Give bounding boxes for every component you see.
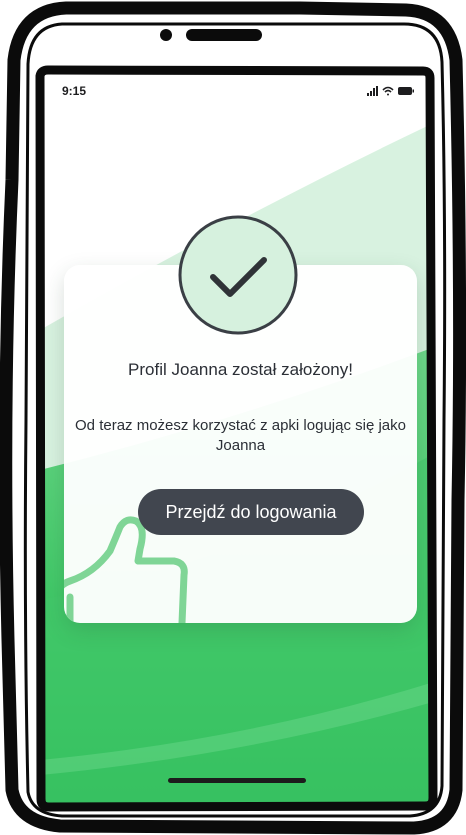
dialog-message: Od teraz możesz korzystać z apki logując…: [75, 417, 406, 454]
battery-icon: [398, 87, 414, 95]
dialog-title: Profil Joanna został założony!: [128, 360, 353, 379]
checkmark-icon: [178, 215, 298, 335]
signal-icon: [367, 86, 378, 96]
wifi-icon: [382, 86, 394, 96]
status-icons: [367, 86, 414, 96]
go-to-login-button[interactable]: Przejdź do logowania: [138, 489, 364, 535]
home-indicator[interactable]: [168, 778, 306, 783]
camera-icon: [160, 29, 172, 41]
status-time: 9:15: [62, 84, 87, 98]
speaker-grille: [186, 29, 262, 41]
